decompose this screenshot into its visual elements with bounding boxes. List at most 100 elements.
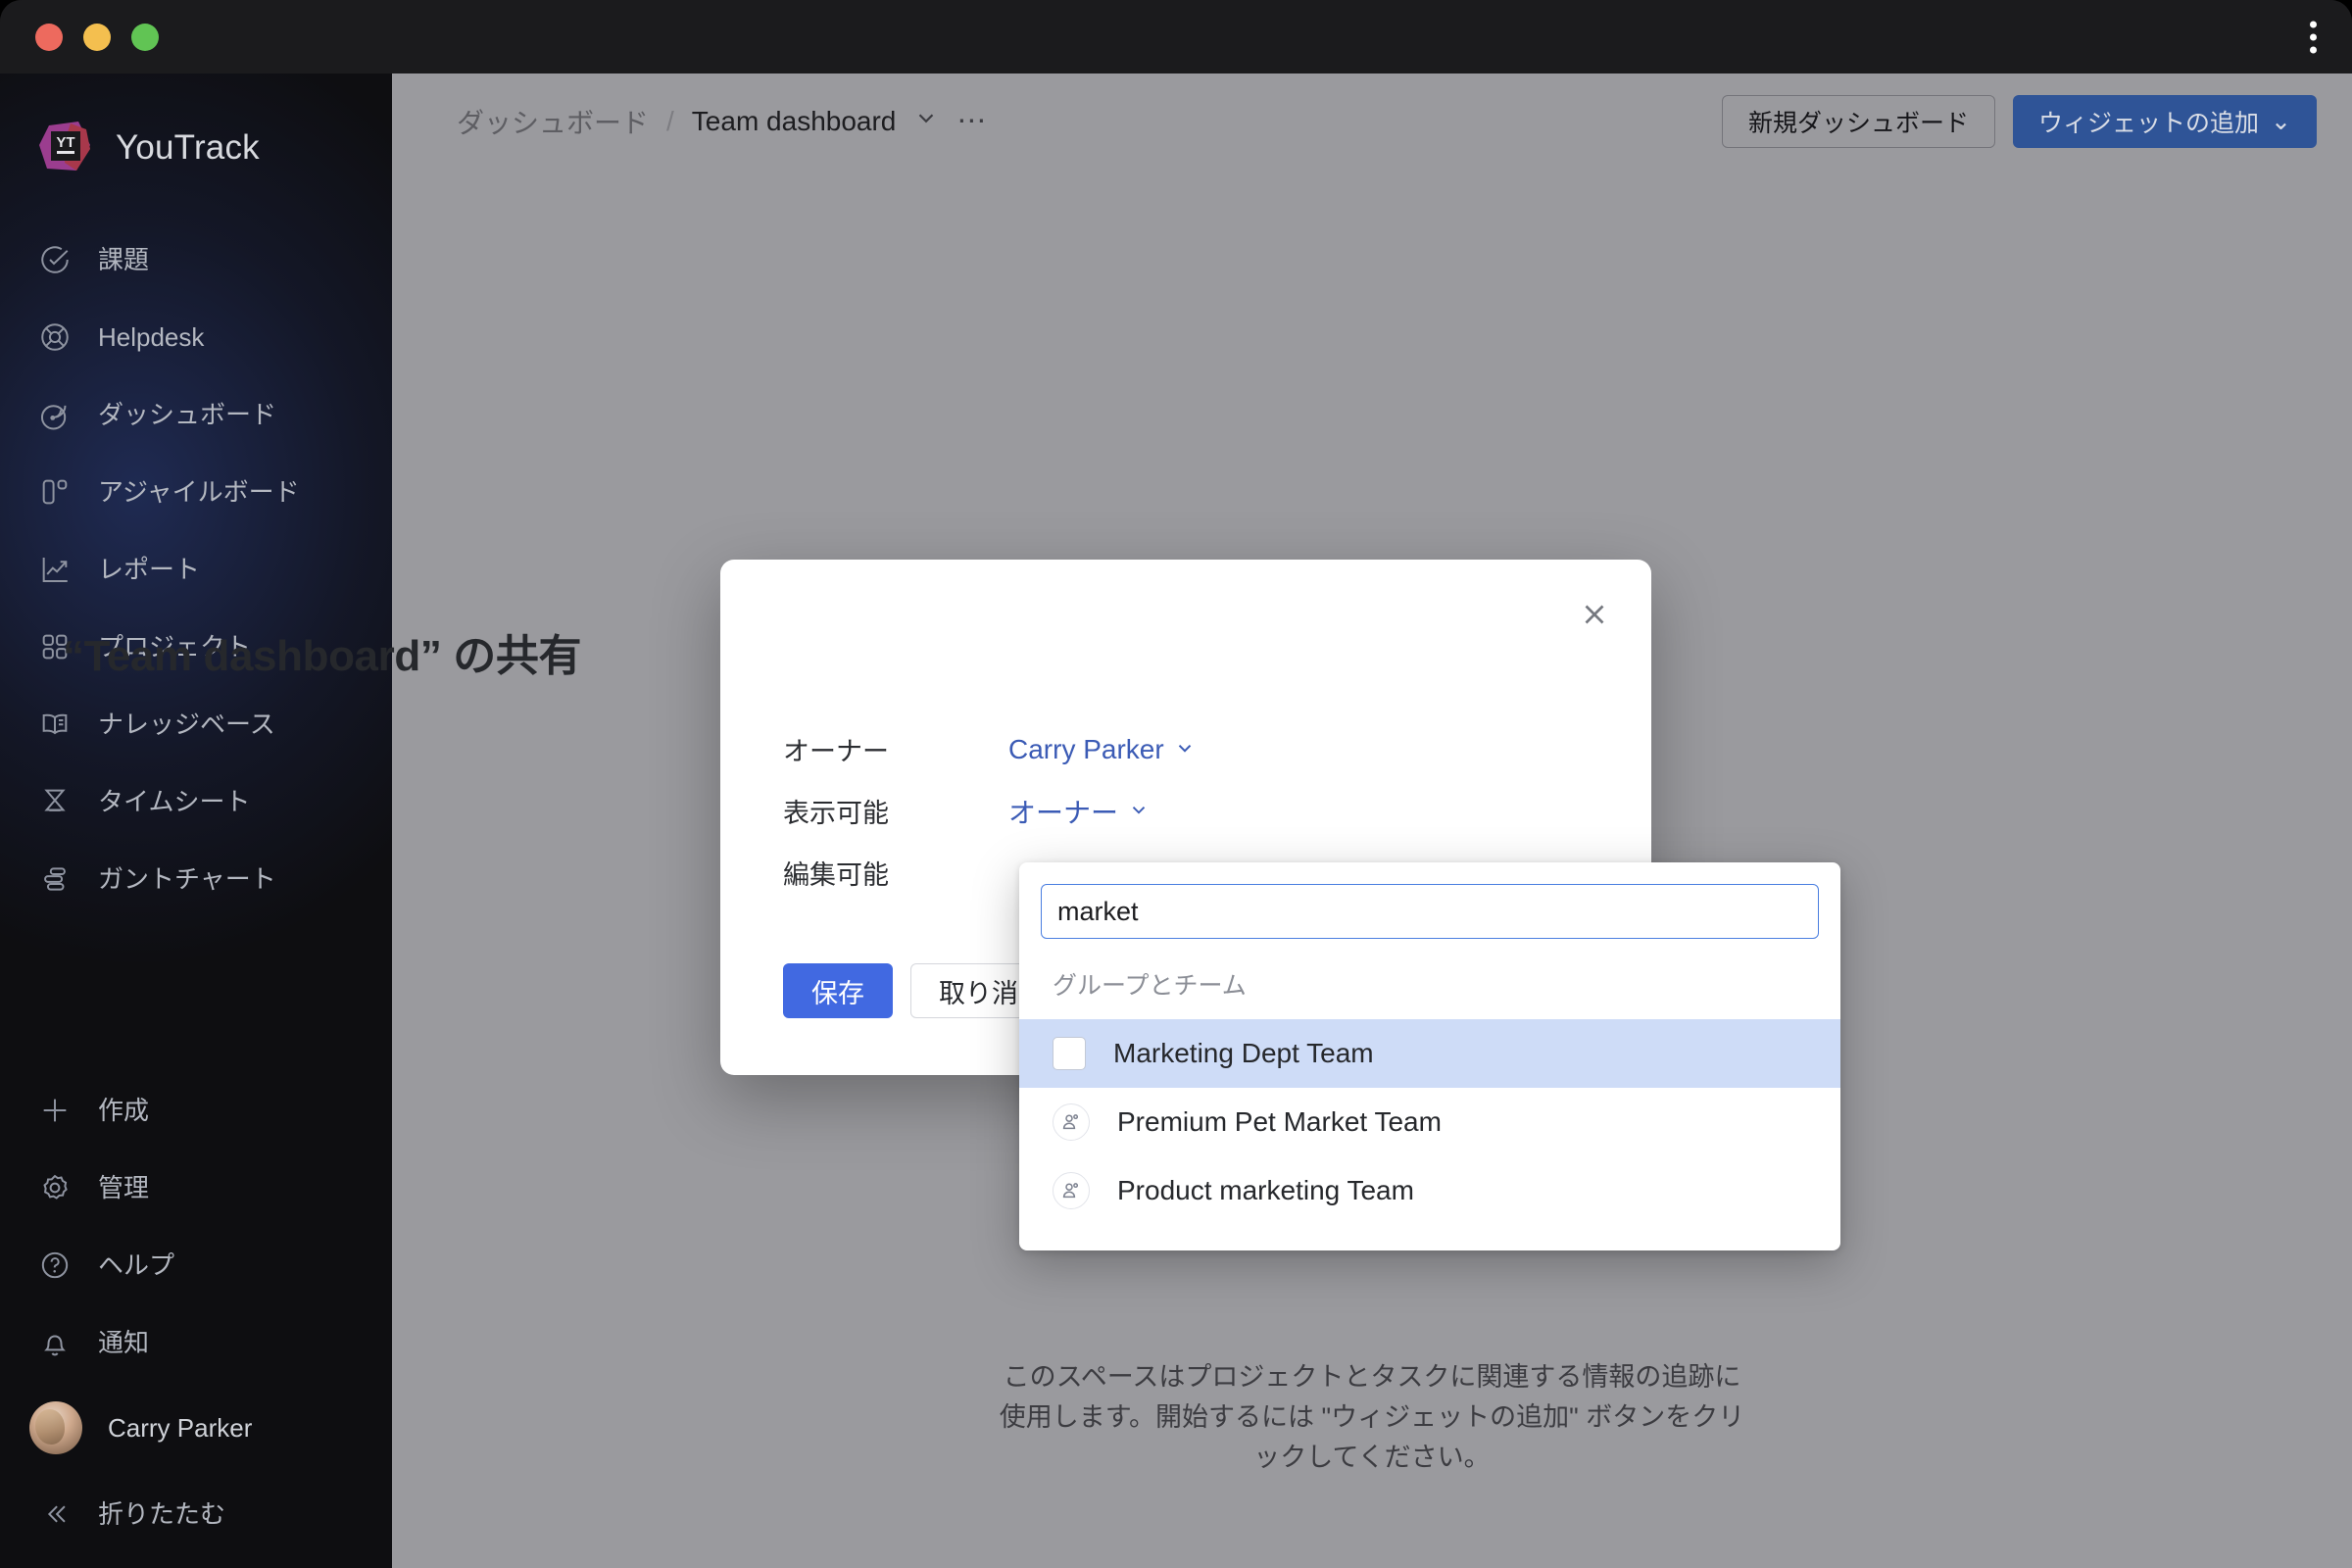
window-titlebar bbox=[0, 0, 2352, 74]
question-circle-icon bbox=[37, 1248, 73, 1283]
list-item[interactable]: Product marketing Team bbox=[1019, 1156, 1840, 1225]
zoom-window-button[interactable] bbox=[131, 23, 159, 51]
agile-board-icon bbox=[37, 474, 73, 510]
kebab-dot-2 bbox=[2310, 33, 2317, 40]
list-item-label: Product marketing Team bbox=[1117, 1175, 1414, 1205]
owner-value-dropdown[interactable]: Carry Parker bbox=[1008, 734, 1196, 765]
book-icon bbox=[37, 707, 73, 742]
sidebar-item-create[interactable]: 作成 bbox=[0, 1071, 392, 1149]
close-window-button[interactable] bbox=[35, 23, 63, 51]
team-avatar-icon bbox=[1053, 1172, 1090, 1209]
owner-row: オーナー Carry Parker bbox=[783, 718, 1587, 780]
list-item[interactable]: Marketing Dept Team bbox=[1019, 1019, 1840, 1088]
sidebar-user-profile[interactable]: Carry Parker bbox=[0, 1381, 392, 1475]
empty-state-line-1: このスペースはプロジェクトとタスクに関連する情報の追跡に bbox=[1003, 1362, 1741, 1392]
sidebar-item-help[interactable]: ヘルプ bbox=[0, 1226, 392, 1303]
sidebar-collapse-label: 折りたたむ bbox=[98, 1498, 226, 1529]
save-button[interactable]: 保存 bbox=[783, 963, 893, 1018]
breadcrumb-current[interactable]: Team dashboard bbox=[692, 106, 897, 137]
empty-state-text: このスペースはプロジェクトとタスクに関連する情報の追跡に 使用します。開始するに… bbox=[392, 1357, 2352, 1478]
sidebar-item-label: 作成 bbox=[98, 1095, 150, 1125]
sidebar-item-gantt-charts[interactable]: ガントチャート bbox=[0, 840, 392, 917]
brand-name: YouTrack bbox=[116, 128, 260, 167]
group-team-selector-popup: グループとチーム Marketing Dept Team Premium Pet… bbox=[1019, 862, 1840, 1250]
owner-label: オーナー bbox=[783, 737, 889, 766]
breadcrumb: ダッシュボード / Team dashboard ⋯ bbox=[457, 102, 988, 141]
chevron-down-icon bbox=[1174, 734, 1196, 765]
svg-text:YT: YT bbox=[56, 134, 74, 151]
sidebar-item-issues[interactable]: 課題 bbox=[0, 220, 392, 298]
report-chart-icon bbox=[37, 552, 73, 587]
topbar: ダッシュボード / Team dashboard ⋯ 新規ダッシュボード ウィジ… bbox=[392, 74, 2352, 169]
checkbox-unchecked-icon[interactable] bbox=[1053, 1037, 1086, 1070]
visible-to-label: 表示可能 bbox=[783, 799, 889, 828]
groups-and-teams-header: グループとチーム bbox=[1053, 972, 1247, 1000]
app-window: YT YouTrack 課題 Helpdesk ダッシュボード アジャイルボード… bbox=[0, 0, 2352, 1568]
gear-icon bbox=[37, 1170, 73, 1205]
sidebar-item-knowledge-base[interactable]: ナレッジベース bbox=[0, 685, 392, 762]
sidebar-item-label: 管理 bbox=[98, 1172, 150, 1202]
bell-icon bbox=[37, 1325, 73, 1360]
sidebar-item-reports[interactable]: レポート bbox=[0, 530, 392, 608]
sidebar: YT YouTrack 課題 Helpdesk ダッシュボード アジャイルボード… bbox=[0, 74, 392, 1568]
breadcrumb-parent[interactable]: ダッシュボード bbox=[457, 102, 649, 141]
page-title: “Team dashboard” の共有 bbox=[63, 632, 582, 680]
sidebar-user-name: Carry Parker bbox=[108, 1412, 253, 1443]
sidebar-item-notifications[interactable]: 通知 bbox=[0, 1303, 392, 1381]
chevron-down-icon bbox=[1128, 796, 1150, 827]
check-circle-icon bbox=[37, 242, 73, 277]
sidebar-item-label: タイムシート bbox=[98, 786, 251, 816]
youtrack-logo-icon: YT bbox=[37, 120, 94, 176]
sidebar-collapse-button[interactable]: 折りたたむ bbox=[0, 1475, 392, 1552]
avatar bbox=[29, 1401, 82, 1454]
search-field-wrap bbox=[1019, 884, 1840, 939]
sidebar-item-label: ナレッジベース bbox=[98, 709, 275, 739]
minimize-window-button[interactable] bbox=[83, 23, 111, 51]
hourglass-icon bbox=[37, 784, 73, 819]
sidebar-item-label: レポート bbox=[98, 554, 201, 584]
chevron-down-icon: ⌄ bbox=[2271, 107, 2291, 135]
sidebar-item-helpdesk[interactable]: Helpdesk bbox=[0, 298, 392, 375]
plus-icon bbox=[37, 1093, 73, 1128]
kebab-dot-3 bbox=[2310, 46, 2317, 53]
lifebuoy-icon bbox=[37, 319, 73, 355]
owner-value-text: Carry Parker bbox=[1008, 733, 1164, 764]
sidebar-item-label: 通知 bbox=[98, 1327, 150, 1357]
sidebar-item-agile-boards[interactable]: アジャイルボード bbox=[0, 453, 392, 530]
visible-to-row: 表示可能 オーナー bbox=[783, 780, 1587, 842]
sidebar-item-dashboards[interactable]: ダッシュボード bbox=[0, 375, 392, 453]
kebab-dot-1 bbox=[2310, 21, 2317, 27]
visible-to-value-dropdown[interactable]: オーナー bbox=[1008, 792, 1150, 831]
sidebar-item-label: アジャイルボード bbox=[98, 476, 300, 507]
traffic-lights bbox=[35, 23, 159, 51]
team-avatar-icon bbox=[1053, 1103, 1090, 1141]
sidebar-item-timesheets[interactable]: タイムシート bbox=[0, 762, 392, 840]
brand[interactable]: YT YouTrack bbox=[0, 74, 392, 183]
add-widget-button[interactable]: ウィジェットの追加 ⌄ bbox=[2013, 94, 2317, 148]
chevron-down-icon[interactable] bbox=[913, 105, 939, 137]
sidebar-bottom: 作成 管理 ヘルプ 通知 Carry Parker 折りたたむ bbox=[0, 1071, 392, 1568]
list-item-label: Marketing Dept Team bbox=[1113, 1038, 1374, 1068]
sidebar-item-administration[interactable]: 管理 bbox=[0, 1149, 392, 1226]
sidebar-item-label: Helpdesk bbox=[98, 321, 205, 352]
breadcrumb-more-icon[interactable]: ⋯ bbox=[956, 104, 988, 138]
sidebar-item-label: ダッシュボード bbox=[98, 399, 277, 429]
list-item[interactable]: Premium Pet Market Team bbox=[1019, 1088, 1840, 1156]
add-widget-label: ウィジェットの追加 bbox=[2038, 109, 2260, 137]
visible-to-value-text: オーナー bbox=[1008, 797, 1119, 828]
gantt-chart-icon bbox=[37, 861, 73, 897]
close-icon[interactable] bbox=[1567, 587, 1622, 642]
sidebar-nav: 課題 Helpdesk ダッシュボード アジャイルボード レポート プロジェクト… bbox=[0, 220, 392, 917]
editable-by-label: 編集可能 bbox=[783, 860, 889, 890]
breadcrumb-separator: / bbox=[666, 105, 674, 136]
kebab-menu-icon[interactable] bbox=[2310, 21, 2317, 53]
chevron-double-left-icon bbox=[37, 1496, 73, 1532]
sidebar-item-label: ヘルプ bbox=[98, 1250, 175, 1280]
sidebar-item-label: 課題 bbox=[98, 244, 150, 274]
sidebar-item-label: ガントチャート bbox=[98, 863, 276, 894]
dashboard-icon bbox=[37, 397, 73, 432]
search-input[interactable] bbox=[1041, 884, 1819, 939]
empty-state-line-3: ックしてください。 bbox=[1253, 1443, 1491, 1473]
new-dashboard-button[interactable]: 新規ダッシュボード bbox=[1722, 94, 1996, 148]
empty-state-line-2: 使用します。開始するには "ウィジェットの追加" ボタンをクリ bbox=[999, 1402, 1745, 1433]
